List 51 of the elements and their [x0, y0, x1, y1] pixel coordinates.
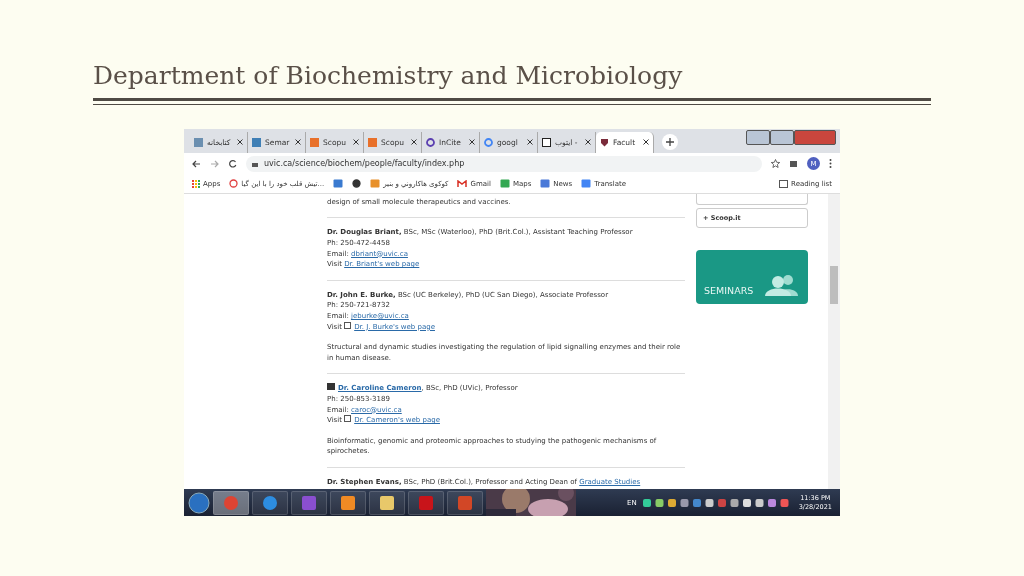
- close-icon[interactable]: [643, 139, 649, 146]
- bookmark-icon: [499, 179, 510, 189]
- bookmark-icon: [370, 179, 381, 189]
- back-icon[interactable]: [192, 159, 201, 168]
- app-icon: [301, 494, 317, 511]
- close-icon[interactable]: [353, 139, 359, 146]
- video-icon: [327, 383, 335, 391]
- taskbar-button[interactable]: [330, 490, 366, 515]
- close-icon[interactable]: [237, 139, 243, 146]
- apps-grid-icon: [192, 179, 200, 188]
- scrollbar[interactable]: [828, 193, 840, 489]
- menu-icon[interactable]: [829, 159, 832, 169]
- taskbar-button[interactable]: [252, 490, 288, 515]
- reload-icon[interactable]: [228, 159, 237, 169]
- plus-icon: [666, 137, 674, 146]
- close-icon[interactable]: [295, 139, 301, 146]
- bookmark-icon: [540, 179, 551, 189]
- external-link-icon: [344, 321, 352, 329]
- maximize-button[interactable]: [770, 130, 794, 145]
- list-icon: [779, 179, 789, 188]
- close-icon[interactable]: [527, 139, 533, 146]
- start-button[interactable]: [188, 491, 210, 514]
- mail-icon: [457, 179, 468, 188]
- taskbar-button[interactable]: [369, 490, 405, 515]
- taskbar-button[interactable]: [213, 490, 249, 515]
- favicon-icon: [194, 137, 203, 147]
- app-icon: [340, 494, 356, 511]
- slide-title: Department of Biochemistry and Microbiology: [93, 60, 684, 92]
- address-bar[interactable]: uvic.ca/science/biochem/people/faculty/index.php: [246, 155, 762, 172]
- app-icon: [457, 494, 473, 511]
- bookmark-icon: [333, 179, 344, 189]
- star-icon[interactable]: [771, 159, 780, 169]
- external-link-icon: [344, 415, 352, 423]
- favicon-icon: [310, 137, 319, 147]
- favicon-icon: [252, 137, 261, 147]
- close-icon[interactable]: [469, 139, 475, 146]
- ring-icon: [229, 179, 239, 189]
- google-icon: [484, 137, 493, 147]
- close-icon[interactable]: [411, 139, 417, 146]
- favicon-icon: [542, 137, 551, 147]
- app-icon: [418, 494, 434, 511]
- minimize-button[interactable]: [746, 130, 770, 145]
- shield-icon: [600, 137, 609, 147]
- close-icon[interactable]: [585, 139, 591, 146]
- folder-icon: [379, 494, 395, 511]
- bookmark-icon: [581, 179, 592, 189]
- app-icon: [223, 494, 239, 511]
- app-icon: [262, 494, 278, 511]
- favicon-icon: [368, 137, 377, 147]
- new-tab-button[interactable]: [662, 133, 678, 150]
- globe-icon: [352, 179, 362, 189]
